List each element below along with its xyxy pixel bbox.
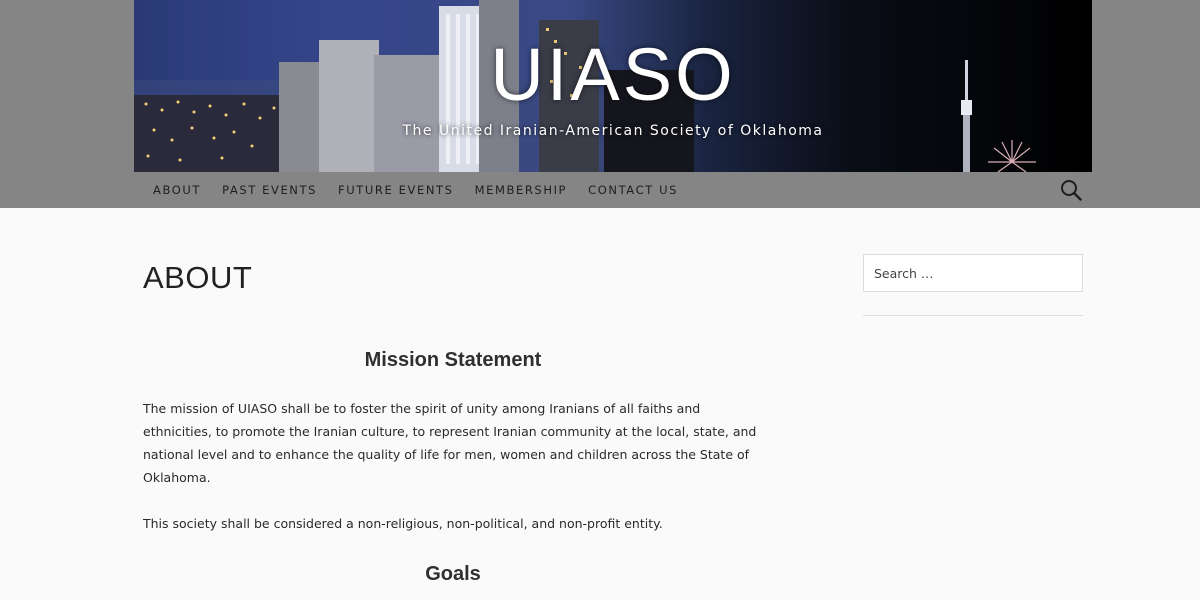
site-tagline: The United Iranian-American Society of O… — [402, 123, 824, 139]
nav-item-membership[interactable]: MEMBERSHIP — [475, 183, 568, 197]
nav-item-about[interactable]: ABOUT — [153, 183, 201, 197]
society-paragraph: This society shall be considered a non-r… — [143, 516, 663, 531]
page-title: ABOUT — [143, 260, 253, 295]
search-input[interactable]: Search … — [863, 254, 1083, 292]
mission-statement-heading: Mission Statement — [364, 349, 542, 371]
sidebar-divider — [863, 315, 1083, 316]
nav-item-future-events[interactable]: FUTURE EVENTS — [338, 183, 454, 197]
nav-item-past-events[interactable]: PAST EVENTS — [222, 183, 317, 197]
search-icon[interactable] — [1060, 179, 1082, 201]
main-navigation: ABOUT PAST EVENTS FUTURE EVENTS MEMBERSH… — [134, 172, 1092, 208]
site-title[interactable]: UIASO — [134, 38, 1092, 112]
mission-paragraph: The mission of UIASO shall be to foster … — [143, 401, 757, 485]
nav-item-contact-us[interactable]: CONTACT US — [588, 183, 678, 197]
goals-heading: Goals — [425, 563, 481, 585]
sidebar: Search … — [863, 254, 1083, 316]
site-header: UIASO The United Iranian-American Societ… — [134, 0, 1092, 172]
